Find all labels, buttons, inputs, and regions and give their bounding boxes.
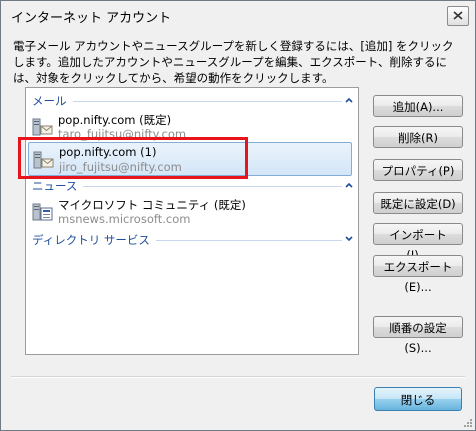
chevron-up-icon[interactable] <box>344 180 354 190</box>
group-label-mail: メール <box>32 93 73 109</box>
remove-button[interactable]: 削除(R) <box>373 126 463 148</box>
chevron-down-icon[interactable] <box>344 234 354 244</box>
footer-divider <box>11 376 465 378</box>
group-label-news: ニュース <box>32 178 84 194</box>
set-order-button[interactable]: 順番の設定(S)... <box>373 316 463 355</box>
export-button[interactable]: エクスポート(E)... <box>373 255 463 294</box>
properties-button[interactable]: プロパティ(P) <box>373 159 463 181</box>
accounts-list[interactable]: メール pop.nifty.com (既定) taro_fujitsu@nift… <box>25 87 359 355</box>
chevron-up-icon[interactable] <box>344 95 354 105</box>
selection-highlight-frame <box>18 137 248 179</box>
group-header-directory[interactable]: ディレクトリ サービス <box>32 232 354 248</box>
group-header-news[interactable]: ニュース <box>32 178 354 194</box>
instructions-text: 電子メール アカウントやニュースグループを新しく登録するには、[追加] をクリッ… <box>13 39 454 85</box>
title-bar[interactable]: インターネット アカウント <box>1 1 475 29</box>
group-header-mail[interactable]: メール <box>32 93 354 109</box>
news-server-icon <box>32 203 53 221</box>
account-server: msnews.microsoft.com <box>58 212 191 226</box>
internet-accounts-dialog: インターネット アカウント 電子メール アカウントやニュースグループを新しく登録… <box>0 0 476 431</box>
account-name: マイクロソフト コミュニティ (既定) <box>58 198 246 212</box>
window-close-button[interactable] <box>447 6 469 26</box>
close-button[interactable]: 閉じる <box>374 387 462 411</box>
resize-grip-icon[interactable] <box>461 416 473 428</box>
add-button[interactable]: 追加(A)... <box>373 95 463 117</box>
account-name: pop.nifty.com (既定) <box>58 113 172 127</box>
set-default-button[interactable]: 既定に設定(D) <box>373 192 463 214</box>
list-item-news-account[interactable]: マイクロソフト コミュニティ (既定) msnews.microsoft.com <box>28 195 352 229</box>
window-title: インターネット アカウント <box>11 11 172 26</box>
group-divider <box>32 101 342 102</box>
group-label-directory: ディレクトリ サービス <box>32 232 156 248</box>
mail-server-icon <box>32 118 53 136</box>
close-icon <box>453 11 463 20</box>
import-button[interactable]: インポート(I)... <box>373 223 463 262</box>
